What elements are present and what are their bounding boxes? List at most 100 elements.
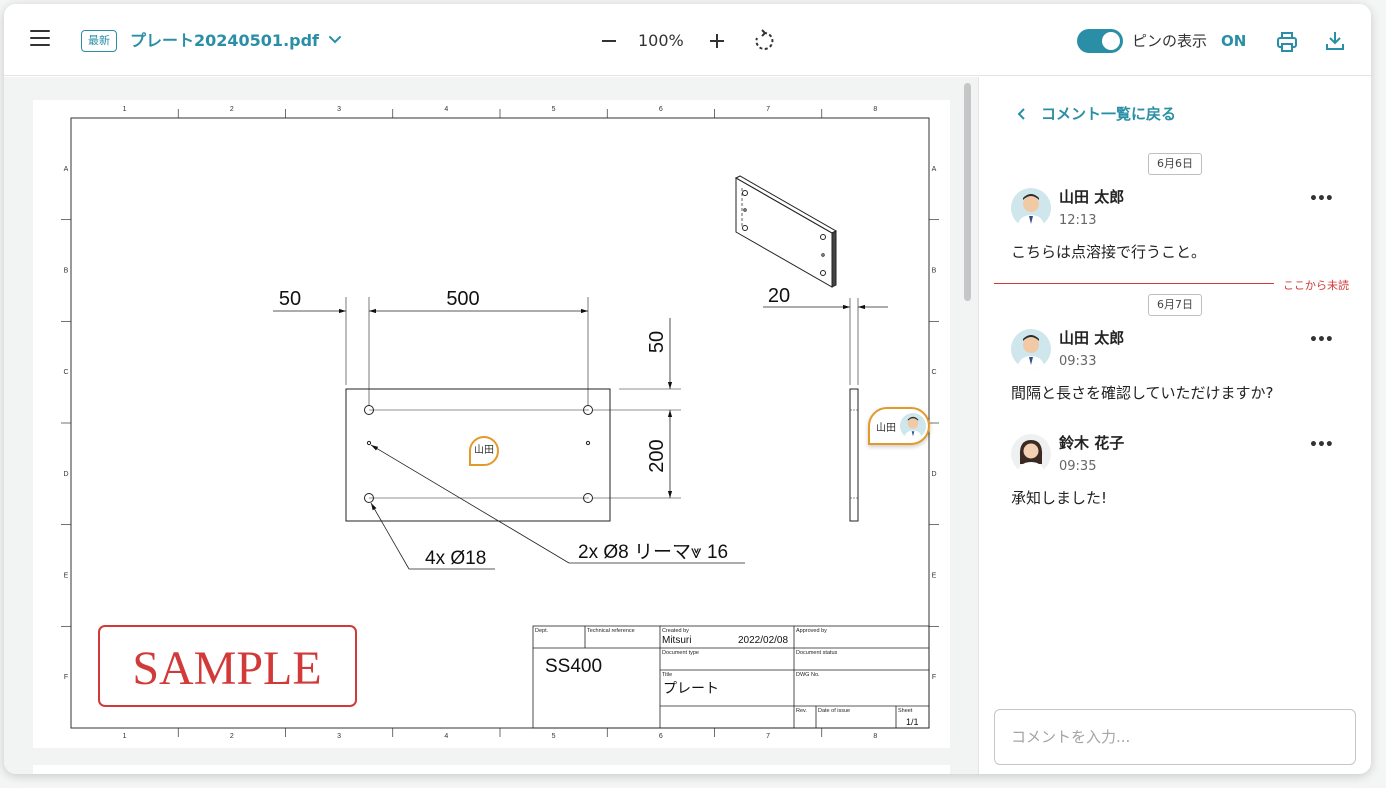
drawing-page: 1122334455667788 AABBCCDDEEFF 50 500 20 … xyxy=(33,100,950,748)
viewer-scrollbar[interactable] xyxy=(964,83,971,301)
title-block-sheet-label: Sheet xyxy=(898,708,913,714)
zone-row-label-left: C xyxy=(63,369,68,376)
zone-row-label-right: A xyxy=(932,166,937,173)
more-options-icon[interactable]: ••• xyxy=(1309,333,1334,347)
zone-column-label-bottom: 2 xyxy=(230,733,234,740)
comment-time: 09:33 xyxy=(1059,354,1097,369)
title-block-document-status: Document status xyxy=(796,650,838,656)
next-page xyxy=(33,765,950,774)
dimension-200: 200 xyxy=(646,439,668,472)
date-separator: 6月6日 xyxy=(1148,153,1202,175)
comment-author: 山田 太郎 xyxy=(1059,329,1125,347)
title-block-material: SS400 xyxy=(545,656,602,677)
comment-pin[interactable]: 山田 xyxy=(469,436,499,466)
pin-display-state: ON xyxy=(1221,32,1247,50)
hamburger-icon[interactable] xyxy=(30,30,50,46)
zone-column-label-bottom: 5 xyxy=(552,733,556,740)
dimension-50-right: 50 xyxy=(646,331,668,353)
file-name-dropdown[interactable]: プレート20240501.pdf xyxy=(130,30,319,52)
unread-divider xyxy=(994,283,1274,284)
front-view xyxy=(273,297,745,570)
zone-column-label-top: 7 xyxy=(766,106,770,113)
comment-body: こちらは点溶接で行うこと。 xyxy=(1011,243,1207,261)
title-block-sheet: 1/1 xyxy=(906,717,919,727)
zone-column-label-top: 3 xyxy=(337,106,341,113)
title-block-date-of-issue: Date of issue xyxy=(818,708,850,714)
unread-marker: ここから未読 xyxy=(1283,279,1349,292)
avatar xyxy=(900,413,926,439)
side-view xyxy=(763,298,888,522)
title-block-title-label: Title xyxy=(662,672,672,678)
zone-column-label-bottom: 7 xyxy=(766,733,770,740)
avatar xyxy=(1011,434,1051,474)
comment-sidebar: コメント一覧に戻る 6月6日 山田 太郎 12:13 ••• こちらは点溶接で行… xyxy=(978,77,1371,774)
download-icon[interactable] xyxy=(1323,29,1347,53)
technical-drawing: 1122334455667788 A AB BC CD DE EF F 50 5… xyxy=(61,106,939,740)
comment-input[interactable] xyxy=(994,709,1356,765)
zone-column-label-bottom: 3 xyxy=(337,733,341,740)
zone-column-label-top: 4 xyxy=(444,106,448,113)
comment-body: 承知しました! xyxy=(1011,489,1108,507)
zone-column-label-top: 6 xyxy=(659,106,663,113)
zone-row-label-left: A xyxy=(64,166,69,173)
comment-author: 鈴木 花子 xyxy=(1059,434,1125,452)
title-block-dwg-no: DWG No. xyxy=(796,672,820,678)
zone-row-label-right: B xyxy=(932,268,937,275)
zone-column-label-top: 5 xyxy=(552,106,556,113)
zone-row-label-right: F xyxy=(932,674,936,681)
more-options-icon[interactable]: ••• xyxy=(1309,438,1334,452)
comment-body: 間隔と長さを確認していただけますか? xyxy=(1011,384,1274,402)
title-block-created-date: 2022/02/08 xyxy=(738,635,788,646)
zone-row-label-left: E xyxy=(64,573,69,580)
zone-row-label-left: B xyxy=(64,268,69,275)
pin-display-toggle[interactable] xyxy=(1077,29,1123,53)
dimension-20: 20 xyxy=(768,285,790,307)
date-separator: 6月7日 xyxy=(1148,294,1202,316)
zone-column-label-top: 2 xyxy=(230,106,234,113)
note-holes: 4x Ø18 xyxy=(425,548,486,569)
title-block-created-by-label: Created by xyxy=(662,628,689,634)
zone-column-label-bottom: 6 xyxy=(659,733,663,740)
back-to-comments-link[interactable]: コメント一覧に戻る xyxy=(1041,105,1176,123)
rotate-icon[interactable] xyxy=(752,29,776,53)
title-block-document-type: Document type xyxy=(662,650,699,656)
zone-row-label-left: D xyxy=(63,471,68,478)
comment-time: 12:13 xyxy=(1059,213,1097,228)
zone-row-label-left: F xyxy=(64,674,68,681)
avatar xyxy=(1011,329,1051,369)
printer-icon[interactable] xyxy=(1275,30,1299,54)
comment-pin-active[interactable]: 山田 xyxy=(868,407,930,445)
zone-column-label-top: 1 xyxy=(123,106,127,113)
latest-badge: 最新 xyxy=(81,30,117,52)
minus-icon[interactable] xyxy=(598,30,620,52)
comment-time: 09:35 xyxy=(1059,459,1097,474)
dimension-50-left: 50 xyxy=(279,288,301,310)
row-ticks: A A B B C C D D E E F F xyxy=(61,166,939,681)
title-block-technical-reference: Technical reference xyxy=(587,628,635,634)
chevron-down-icon[interactable] xyxy=(326,31,344,49)
document-viewer[interactable]: 1122334455667788 AABBCCDDEEFF 50 500 20 … xyxy=(4,77,978,774)
app-window: 最新 プレート20240501.pdf 100% ピンの表示 ON 1 1 2 … xyxy=(4,4,1371,774)
sample-stamp-text: SAMPLE xyxy=(132,642,321,695)
title-block-created-by: Mitsuri xyxy=(662,635,691,646)
avatar xyxy=(1011,188,1051,228)
zone-column-label-bottom: 4 xyxy=(444,733,448,740)
zone-column-label-top: 8 xyxy=(873,106,877,113)
zone-column-label-bottom: 8 xyxy=(873,733,877,740)
title-block-approved-by: Approved by xyxy=(796,628,827,634)
isometric-view xyxy=(734,175,838,288)
note-reamer: 2x Ø8 リーマ⩔ 16 xyxy=(578,542,728,563)
title-block-rev: Rev. xyxy=(796,708,807,714)
toolbar: 最新 プレート20240501.pdf 100% ピンの表示 ON xyxy=(4,4,1371,76)
plus-icon[interactable] xyxy=(706,30,728,52)
pin-display-label: ピンの表示 xyxy=(1132,32,1208,50)
more-options-icon[interactable]: ••• xyxy=(1309,192,1334,206)
title-block-title: プレート xyxy=(663,680,719,696)
comment-pin-label: 山田 xyxy=(876,423,896,434)
zone-row-label-right: E xyxy=(932,573,937,580)
title-block xyxy=(532,625,930,729)
dimension-500: 500 xyxy=(446,288,479,310)
chevron-left-icon[interactable] xyxy=(1015,107,1029,121)
zone-row-label-right: D xyxy=(931,471,936,478)
zone-row-label-right: C xyxy=(931,369,936,376)
